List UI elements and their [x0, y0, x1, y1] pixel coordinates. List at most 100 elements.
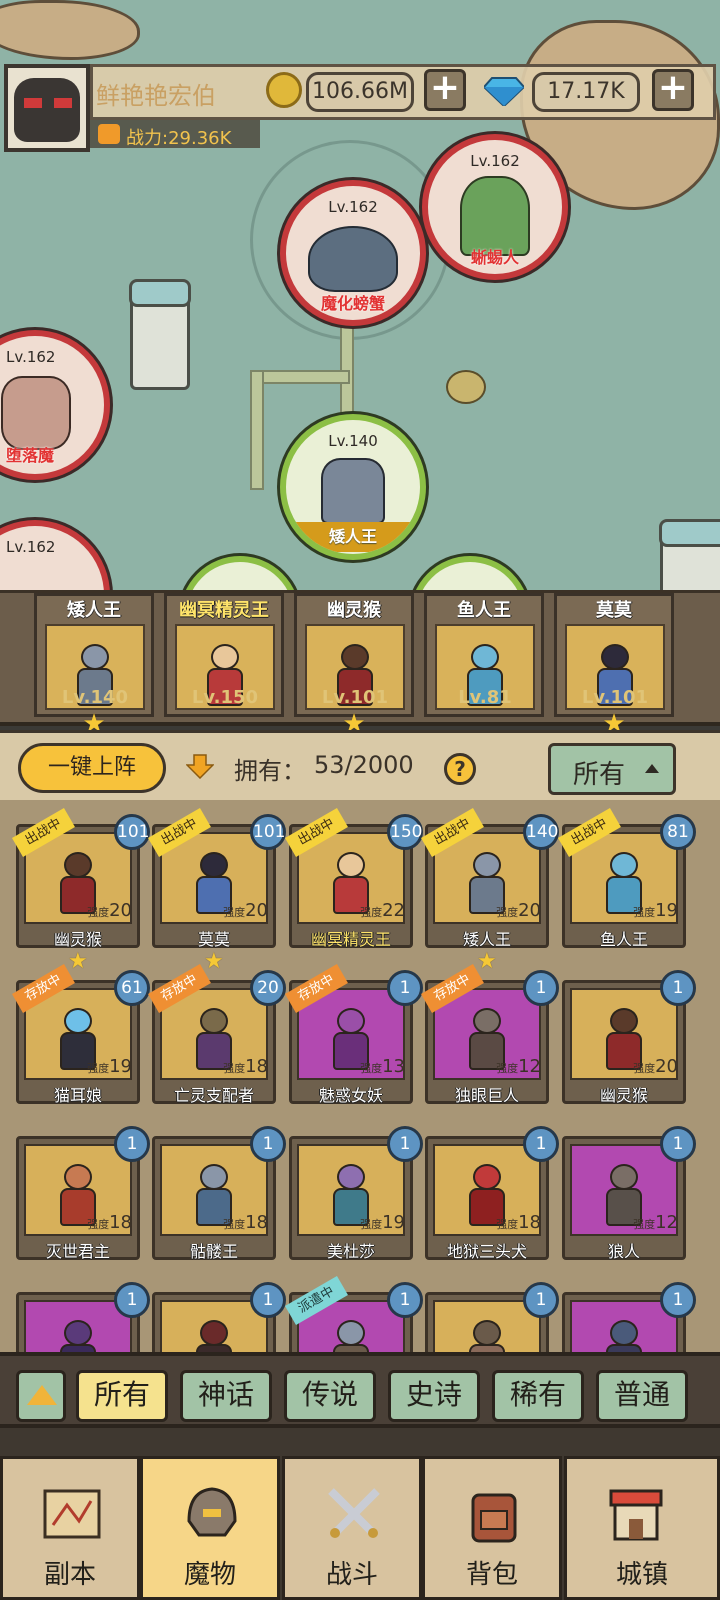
monster-card[interactable]: 强度22 幽冥精灵王 出战中 150 — [285, 808, 423, 949]
team-member-name: 幽灵猴 — [327, 600, 381, 621]
filter-dropdown[interactable]: 所有 — [548, 743, 676, 795]
level-badge: 61 — [114, 970, 150, 1006]
fallen-demon-icon — [1, 376, 71, 450]
team-slot[interactable]: 幽冥精灵王 Lv.150 — [164, 593, 284, 717]
rarity-tab-rare[interactable]: 稀有 — [492, 1370, 584, 1422]
node-level: Lv.140 — [328, 432, 378, 450]
triangle-up-icon — [27, 1385, 57, 1405]
help-icon[interactable]: ? — [444, 753, 476, 785]
monster-name: 鱼人王 — [599, 930, 648, 949]
team-member-level: Lv.101 — [581, 687, 649, 708]
nav-town[interactable]: 城镇 — [564, 1456, 720, 1600]
team-slot[interactable]: 鱼人王 Lv.81 — [424, 593, 544, 717]
filter-label: 所有 — [573, 760, 626, 790]
skull-icon — [446, 370, 486, 404]
monster-card[interactable]: 强度18 灭世君主 1 — [16, 1126, 150, 1261]
collection-controls: 一键上阵 拥有： 53/2000 ? 所有 — [0, 730, 720, 800]
strength-value: 强度18 — [223, 1212, 268, 1233]
monster-card[interactable]: 强度20 幽灵猴 出战中 101 ★ — [12, 808, 150, 973]
monster-name: 幽灵猴 — [53, 930, 102, 949]
team-member-level: Lv.150 — [191, 687, 259, 708]
monster-name: 狼人 — [607, 1242, 640, 1261]
rarity-tab-common[interactable]: 普通 — [596, 1370, 688, 1422]
team-member-level: Lv.81 — [458, 687, 512, 708]
team-member-name: 鱼人王 — [457, 600, 511, 621]
map-pillar — [659, 519, 720, 600]
rarity-tab-epic[interactable]: 史诗 — [388, 1370, 480, 1422]
dwarf-king-icon — [321, 458, 385, 524]
nav-dungeon[interactable]: 副本 — [0, 1456, 140, 1600]
map-node[interactable]: Lv.162 堕落魔 — [0, 330, 110, 480]
nav-battle[interactable]: 战斗 — [282, 1456, 422, 1600]
monster-card[interactable]: 强度18 骷髅王 1 — [152, 1126, 286, 1261]
rarity-tab-legendary[interactable]: 传说 — [284, 1370, 376, 1422]
team-slot[interactable]: 幽灵猴 Lv.101 — [294, 593, 414, 717]
strength-value: 强度20 — [633, 1056, 678, 1077]
monster-card[interactable]: 强度20 矮人王 出战中 140 ★ — [421, 808, 559, 973]
strength-value: 强度12 — [633, 1212, 678, 1233]
team-slot[interactable]: 莫莫 Lv.101 — [554, 593, 674, 717]
monster-card[interactable]: 强度19 鱼人王 出战中 81 — [558, 808, 696, 949]
rarity-filter-bar: 所有 神话 传说 史诗 稀有 普通 — [0, 1352, 720, 1428]
strength-value: 强度19 — [87, 1056, 132, 1077]
coin-icon — [266, 72, 302, 108]
monster-name: 莫莫 — [197, 930, 230, 949]
power-value: 战力:29.36K — [126, 128, 232, 149]
team-slot[interactable]: 矮人王 Lv.140 — [34, 593, 154, 717]
team-member-name: 矮人王 — [67, 600, 121, 621]
node-level: Lv.162 — [6, 538, 56, 556]
monster-card[interactable]: 强度12 狼人 1 — [562, 1126, 696, 1261]
player-avatar[interactable] — [4, 64, 90, 152]
monster-card[interactable]: 强度13 魅惑女妖 存放中 1 — [285, 964, 423, 1105]
bottom-navigation: 副本 魔物 战斗 背包 城镇 — [0, 1428, 720, 1600]
level-badge: 101 — [114, 814, 150, 850]
game-screen: Lv.162 蜥蜴人 Lv.162 魔化螃蟹 Lv.162 堕落魔 Lv.140… — [0, 0, 720, 1600]
monster-name: 魅惑女妖 — [318, 1086, 383, 1105]
nav-backpack[interactable]: 背包 — [422, 1456, 562, 1600]
map-path — [250, 370, 264, 490]
monster-grid[interactable]: 强度20 幽灵猴 出战中 101 ★ 强度20 莫莫 出战中 101 ★ 强度22 幽冥精灵王 出战中 1… — [0, 800, 720, 1378]
avatar-eye — [54, 98, 72, 108]
monster-card[interactable]: 强度18 地狱三头犬 1 — [425, 1126, 559, 1261]
map-node[interactable]: Lv.162 魔化螃蟹 — [280, 180, 426, 326]
rarity-tab-mythic[interactable]: 神话 — [180, 1370, 272, 1422]
monster-name: 矮人王 — [462, 930, 511, 949]
rarity-tab-all[interactable]: 所有 — [76, 1370, 168, 1422]
nav-label: 城镇 — [615, 1560, 668, 1590]
add-coins-button[interactable]: + — [424, 69, 466, 111]
monster-card[interactable]: 强度20 幽灵猴 1 — [562, 970, 696, 1105]
monster-name: 美杜莎 — [326, 1242, 375, 1261]
star-icon: ★ — [68, 949, 88, 974]
monster-card[interactable]: 强度12 独眼巨人 存放中 1 — [421, 964, 559, 1105]
strength-value: 强度19 — [360, 1212, 405, 1233]
monster-card[interactable]: 强度18 亡灵支配者 存放中 20 — [148, 964, 286, 1105]
node-level: Lv.162 — [470, 152, 520, 170]
monster-name: 独眼巨人 — [454, 1086, 519, 1105]
monster-card[interactable]: 强度20 莫莫 出战中 101 ★ — [148, 808, 286, 973]
avatar-eye — [24, 98, 42, 108]
level-badge: 1 — [523, 1282, 559, 1318]
map-node[interactable]: Lv.162 — [0, 520, 110, 600]
map-scroll-icon — [39, 1481, 105, 1547]
level-badge: 150 — [387, 814, 423, 850]
map-node-current[interactable]: Lv.140 矮人王 — [280, 414, 426, 560]
level-badge: 1 — [114, 1282, 150, 1318]
one-click-deploy-button[interactable]: 一键上阵 — [18, 743, 166, 793]
nav-label: 副本 — [43, 1560, 96, 1590]
player-name: 鲜艳艳宏伯 — [96, 82, 216, 110]
monster-card[interactable]: 强度19 猫耳娘 存放中 61 — [12, 964, 150, 1105]
monster-card[interactable]: 强度19 美杜莎 1 — [289, 1126, 423, 1261]
map-path — [250, 370, 350, 384]
backpack-icon — [461, 1481, 527, 1547]
level-badge: 81 — [660, 814, 696, 850]
collapse-button[interactable] — [16, 1370, 66, 1422]
level-badge: 101 — [250, 814, 286, 850]
strength-value: 强度18 — [496, 1212, 541, 1233]
crab-icon — [308, 226, 398, 292]
map-node[interactable]: Lv.162 蜥蜴人 — [422, 134, 568, 280]
add-gems-button[interactable]: + — [652, 69, 694, 111]
nav-monsters[interactable]: 魔物 — [140, 1456, 280, 1600]
owned-label: 拥有： — [234, 757, 306, 785]
map-rock — [0, 0, 140, 60]
monster-name: 幽冥精灵王 — [310, 930, 391, 949]
